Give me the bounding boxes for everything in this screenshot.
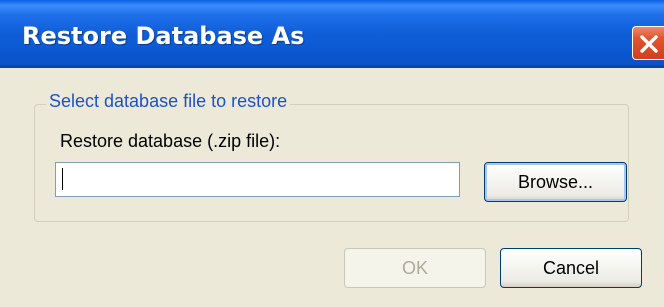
title-bar[interactable]: Restore Database As: [0, 0, 664, 68]
dialog-body: Select database file to restore Restore …: [0, 68, 664, 307]
window-title: Restore Database As: [22, 22, 305, 50]
restore-database-dialog: Restore Database As Select database file…: [0, 0, 664, 307]
groupbox-legend: Select database file to restore: [46, 91, 291, 112]
browse-button[interactable]: Browse...: [484, 162, 627, 202]
restore-file-path-input[interactable]: [55, 162, 460, 197]
text-caret: [62, 168, 63, 190]
restore-database-label: Restore database (.zip file):: [60, 131, 281, 151]
ok-button[interactable]: OK: [344, 248, 486, 288]
cancel-button[interactable]: Cancel: [500, 248, 642, 288]
close-icon: [640, 35, 658, 53]
close-button[interactable]: [632, 26, 664, 60]
